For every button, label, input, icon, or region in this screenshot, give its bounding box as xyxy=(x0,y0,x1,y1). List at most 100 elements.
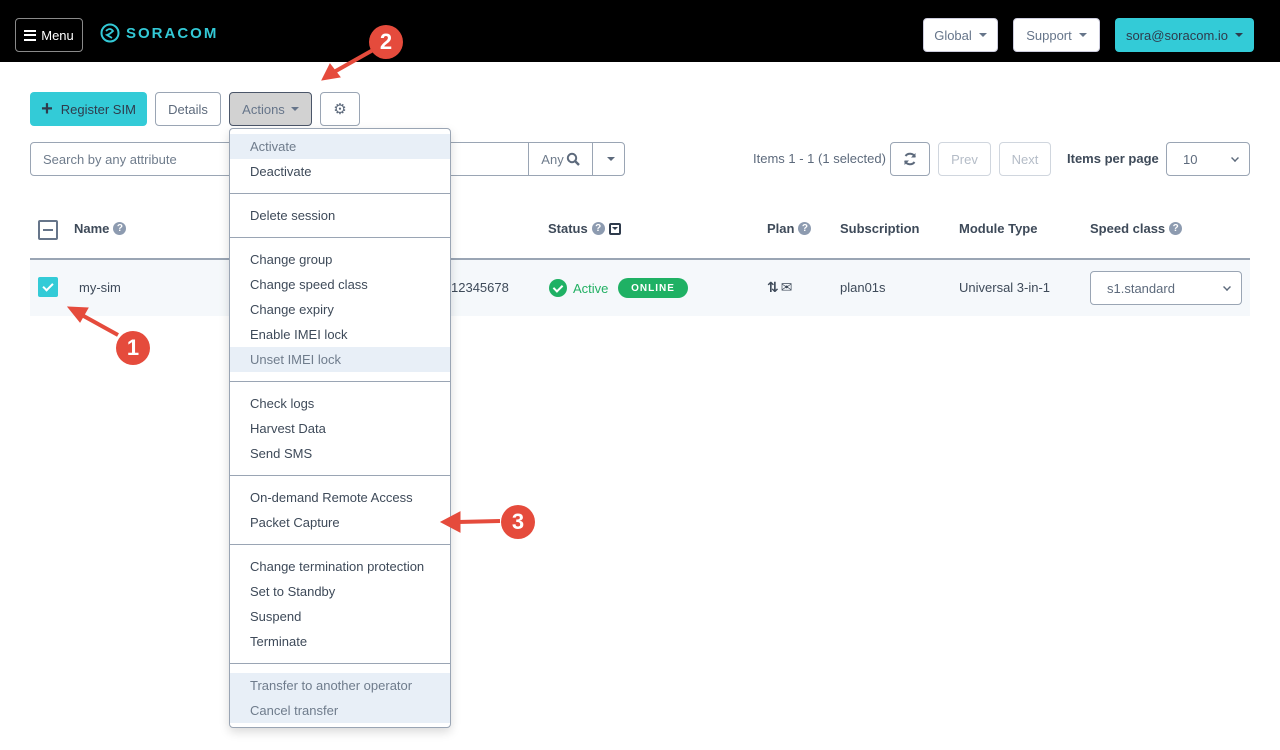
search-scope-button[interactable]: Any xyxy=(528,143,592,175)
sim-name[interactable]: my-sim xyxy=(79,280,121,295)
logo-text: SORACOM xyxy=(126,24,219,42)
help-icon[interactable]: ? xyxy=(798,222,812,235)
items-per-page-select[interactable]: 10 xyxy=(1166,142,1250,176)
caret-down-icon xyxy=(606,157,615,161)
select-all-checkbox[interactable] xyxy=(38,220,58,240)
column-header-module-type[interactable]: Module Type xyxy=(959,221,1037,236)
menu-item-set-to-standby[interactable]: Set to Standby xyxy=(230,579,450,604)
next-page-button[interactable]: Next xyxy=(999,142,1051,176)
subscription-value: plan01s xyxy=(840,280,886,295)
sms-envelope-icon: ✉ xyxy=(780,279,793,295)
menu-divider xyxy=(230,544,450,545)
menu-divider xyxy=(230,193,450,194)
session-status-badge: ONLINE xyxy=(618,278,688,298)
menu-item-change-speed-class[interactable]: Change speed class xyxy=(230,272,450,297)
column-header-plan[interactable]: Plan ? xyxy=(767,221,812,236)
menu-item-deactivate[interactable]: Deactivate xyxy=(230,159,450,184)
menu-item-harvest-data[interactable]: Harvest Data xyxy=(230,416,450,441)
search-options-dropdown[interactable] xyxy=(592,143,625,175)
menu-item-change-termination-protection[interactable]: Change termination protection xyxy=(230,554,450,579)
menu-item-transfer-to-another-operator: Transfer to another operator xyxy=(230,673,450,698)
register-sim-label: Register SIM xyxy=(60,101,136,117)
menu-item-check-logs[interactable]: Check logs xyxy=(230,391,450,416)
support-label: Support xyxy=(1026,27,1072,43)
menu-item-delete-session[interactable]: Delete session xyxy=(230,203,450,228)
caret-down-icon xyxy=(290,107,299,111)
caret-down-icon xyxy=(978,33,987,37)
actions-dropdown-menu: Activate Deactivate Delete session Change g… xyxy=(229,128,451,728)
top-navbar: Menu SORACOM Global Support sora@soracom… xyxy=(0,0,1280,62)
gear-icon: ⚙ xyxy=(333,101,347,118)
search-scope-label: Any xyxy=(541,151,564,167)
prev-page-button[interactable]: Prev xyxy=(938,142,991,176)
menu-button[interactable]: Menu xyxy=(15,18,83,52)
annotation-callout-3: 3 xyxy=(501,505,535,539)
help-icon[interactable]: ? xyxy=(1169,222,1183,235)
settings-button[interactable]: ⚙ xyxy=(320,92,360,126)
column-status-label: Status xyxy=(548,221,588,236)
chevron-down-icon xyxy=(1231,154,1239,162)
menu-item-cancel-transfer: Cancel transfer xyxy=(230,698,450,723)
arrow-3-shaft xyxy=(457,519,501,524)
column-speed-class-label: Speed class xyxy=(1090,221,1166,236)
refresh-button[interactable] xyxy=(890,142,930,176)
help-icon[interactable]: ? xyxy=(591,222,605,235)
menu-divider xyxy=(230,237,450,238)
speed-class-value: s1.standard xyxy=(1107,280,1175,296)
user-email: sora@soracom.io xyxy=(1125,27,1229,43)
menu-item-enable-imei-lock[interactable]: Enable IMEI lock xyxy=(230,322,450,347)
help-icon[interactable]: ? xyxy=(113,222,127,235)
caret-down-icon xyxy=(1235,33,1244,37)
menu-item-send-sms[interactable]: Send SMS xyxy=(230,441,450,466)
menu-divider xyxy=(230,381,450,382)
support-dropdown[interactable]: Support xyxy=(1013,18,1100,52)
user-dropdown[interactable]: sora@soracom.io xyxy=(1115,18,1254,52)
annotation-callout-2: 2 xyxy=(369,25,403,59)
sim-status: Active xyxy=(549,279,608,297)
soracom-logo[interactable]: SORACOM xyxy=(100,23,218,43)
sim-id: 12345678 xyxy=(451,280,509,295)
data-updown-icon: ⇅ xyxy=(767,279,779,295)
annotation-callout-1: 1 xyxy=(116,331,150,365)
arrow-2-head xyxy=(321,63,341,81)
plus-icon: + xyxy=(41,98,53,120)
column-header-name[interactable]: Name ? xyxy=(74,221,127,236)
speed-class-select[interactable]: s1.standard xyxy=(1090,271,1242,305)
row-checkbox[interactable] xyxy=(38,277,58,297)
chevron-down-icon xyxy=(1223,283,1231,291)
menu-item-on-demand-remote-access[interactable]: On-demand Remote Access xyxy=(230,485,450,510)
region-dropdown[interactable]: Global xyxy=(923,18,998,52)
details-button[interactable]: Details xyxy=(155,92,221,126)
menu-item-suspend[interactable]: Suspend xyxy=(230,604,450,629)
actions-dropdown-button[interactable]: Actions xyxy=(229,92,312,126)
plan-icons: ⇅ ✉ xyxy=(767,279,792,296)
menu-item-activate: Activate xyxy=(230,134,450,159)
column-name-label: Name xyxy=(74,221,110,236)
menu-divider xyxy=(230,663,450,664)
menu-item-packet-capture[interactable]: Packet Capture xyxy=(230,510,450,535)
module-type-value: Universal 3-in-1 xyxy=(959,280,1051,295)
actions-label: Actions xyxy=(242,101,285,117)
check-circle-icon xyxy=(549,279,567,297)
items-per-page-value: 10 xyxy=(1183,151,1198,167)
hamburger-icon xyxy=(24,29,37,41)
arrow-1-shaft xyxy=(79,312,119,337)
region-label: Global xyxy=(934,27,972,43)
caret-down-icon xyxy=(1078,33,1087,37)
column-header-speed-class[interactable]: Speed class ? xyxy=(1090,221,1183,236)
soracom-logo-icon xyxy=(100,23,120,43)
column-header-subscription[interactable]: Subscription xyxy=(840,221,919,236)
items-per-page-label: Items per page xyxy=(1067,151,1159,166)
menu-label: Menu xyxy=(41,27,74,43)
items-count: Items 1 - 1 (1 selected) xyxy=(753,151,886,166)
menu-item-terminate[interactable]: Terminate xyxy=(230,629,450,654)
filter-dropdown-icon[interactable] xyxy=(608,222,621,235)
column-header-status[interactable]: Status ? xyxy=(548,221,621,236)
register-sim-button[interactable]: + Register SIM xyxy=(30,92,147,126)
column-plan-label: Plan xyxy=(767,221,795,236)
search-icon xyxy=(566,152,580,166)
menu-item-unset-imei-lock: Unset IMEI lock xyxy=(230,347,450,372)
sim-status-label: Active xyxy=(573,280,609,296)
menu-item-change-group[interactable]: Change group xyxy=(230,247,450,272)
menu-item-change-expiry[interactable]: Change expiry xyxy=(230,297,450,322)
